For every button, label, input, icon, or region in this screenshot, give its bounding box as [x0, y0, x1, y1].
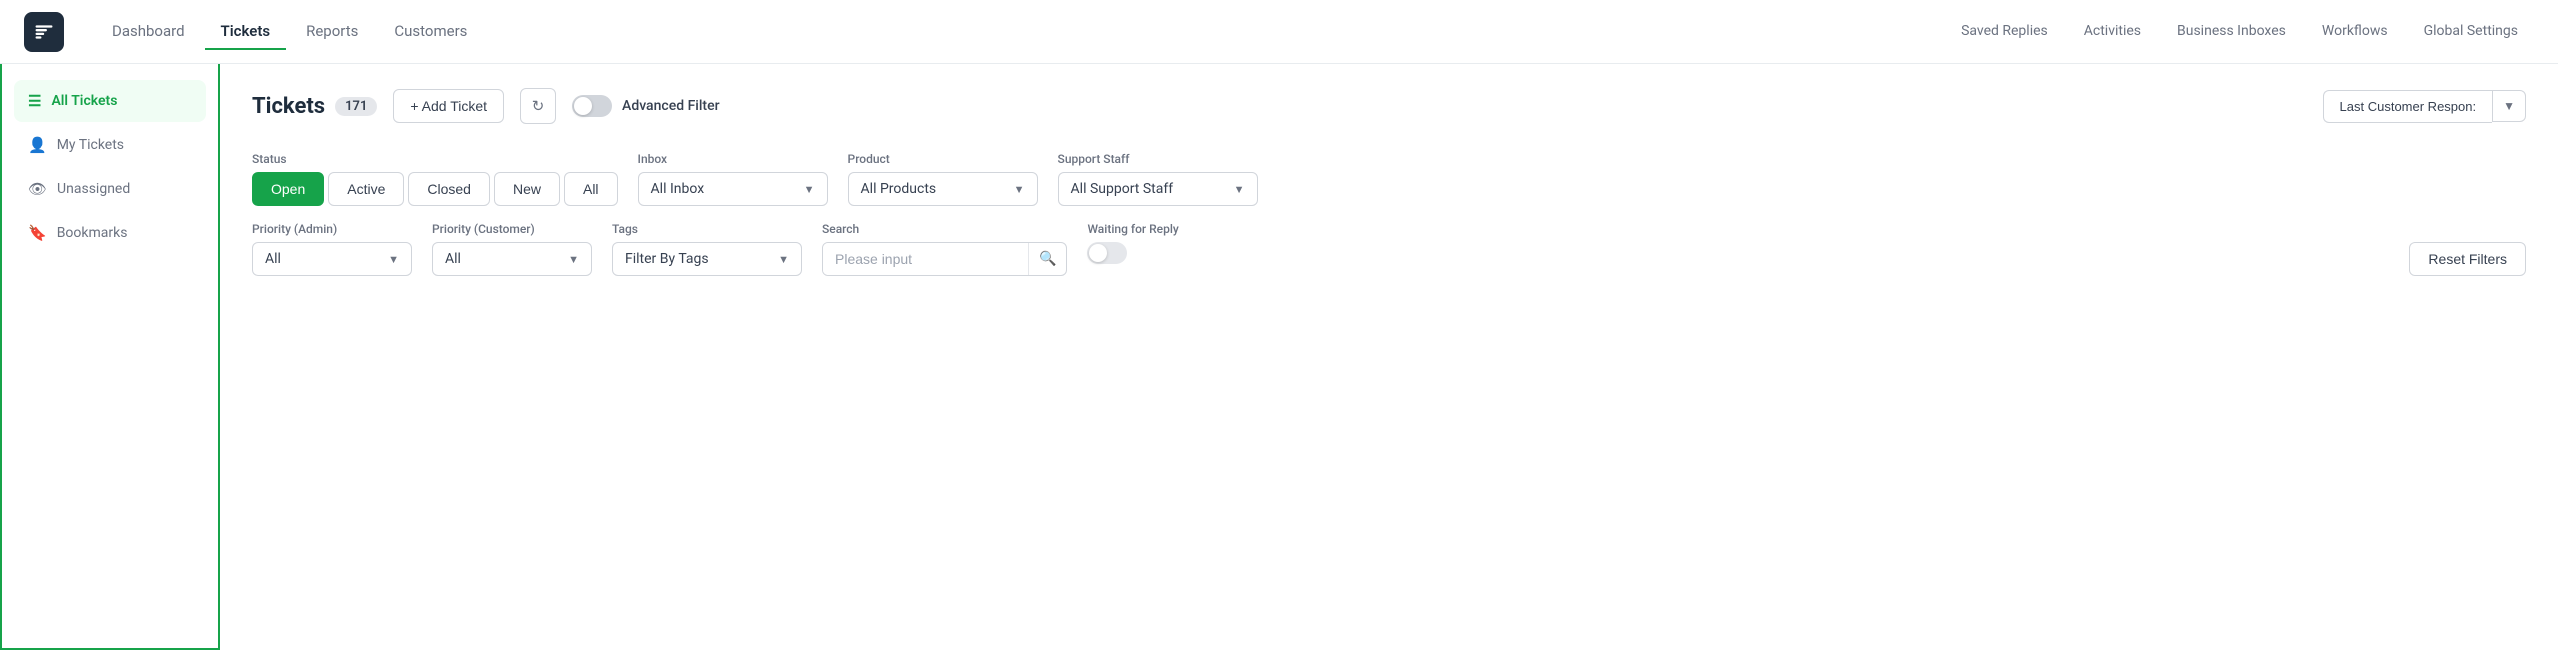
- inbox-label: Inbox: [638, 152, 828, 166]
- waiting-reply-label: Waiting for Reply: [1087, 222, 1178, 236]
- logo[interactable]: [24, 12, 64, 52]
- filter-row-2: Priority (Admin) All ▼ Priority (Custome…: [252, 222, 2526, 276]
- priority-admin-label: Priority (Admin): [252, 222, 412, 236]
- search-label: Search: [822, 222, 1067, 236]
- status-btn-all[interactable]: All: [564, 172, 618, 206]
- chevron-down-icon: ▼: [804, 183, 815, 196]
- status-btn-active[interactable]: Active: [328, 172, 404, 206]
- top-navigation: Dashboard Tickets Reports Customers Save…: [0, 0, 2558, 64]
- add-ticket-button[interactable]: + Add Ticket: [393, 89, 504, 123]
- product-label: Product: [848, 152, 1038, 166]
- content-header: Tickets 171 + Add Ticket ↻ Advanced Filt…: [252, 88, 2526, 124]
- user-icon: 👤: [28, 136, 47, 154]
- nav-item-activities[interactable]: Activities: [2068, 15, 2157, 49]
- content-area: Tickets 171 + Add Ticket ↻ Advanced Filt…: [220, 64, 2558, 650]
- waiting-reply-filter-group: Waiting for Reply: [1087, 222, 1178, 264]
- priority-customer-filter-group: Priority (Customer) All ▼: [432, 222, 592, 276]
- priority-admin-value: All: [265, 251, 281, 267]
- product-select[interactable]: All Products ▼: [848, 172, 1038, 206]
- tags-select[interactable]: Filter By Tags ▼: [612, 242, 802, 276]
- nav-item-workflows[interactable]: Workflows: [2306, 15, 2404, 49]
- chevron-down-icon: ▼: [1014, 183, 1025, 196]
- sidebar: ☰ All Tickets 👤 My Tickets 👁 Unassigned …: [0, 64, 220, 650]
- advanced-filter-wrap: Advanced Filter: [572, 95, 720, 117]
- page-title: Tickets 171: [252, 94, 377, 119]
- sidebar-item-label: Unassigned: [57, 181, 130, 197]
- priority-customer-label: Priority (Customer): [432, 222, 592, 236]
- sidebar-item-my-tickets[interactable]: 👤 My Tickets: [14, 124, 206, 166]
- search-filter-group: Search 🔍: [822, 222, 1067, 276]
- status-btn-closed[interactable]: Closed: [408, 172, 490, 206]
- support-staff-select[interactable]: All Support Staff ▼: [1058, 172, 1258, 206]
- list-icon: ☰: [28, 92, 41, 110]
- refresh-icon: ↻: [532, 97, 545, 115]
- waiting-reply-toggle[interactable]: [1087, 242, 1127, 264]
- sort-dropdown: Last Customer Respon: ▼: [2323, 90, 2526, 123]
- filter-row-1: Status Open Active Closed New All Inbox …: [252, 152, 2526, 206]
- inbox-value: All Inbox: [651, 181, 705, 197]
- bookmark-icon: 🔖: [28, 224, 47, 242]
- status-btn-open[interactable]: Open: [252, 172, 324, 206]
- tags-value: Filter By Tags: [625, 251, 709, 267]
- sidebar-item-label: My Tickets: [57, 137, 124, 153]
- sidebar-item-all-tickets[interactable]: ☰ All Tickets: [14, 80, 206, 122]
- priority-admin-filter-group: Priority (Admin) All ▼: [252, 222, 412, 276]
- nav-item-tickets[interactable]: Tickets: [205, 14, 287, 50]
- sidebar-item-label: Bookmarks: [57, 225, 128, 241]
- ticket-count-badge: 171: [335, 97, 377, 116]
- sidebar-item-bookmarks[interactable]: 🔖 Bookmarks: [14, 212, 206, 254]
- chevron-down-icon: ▼: [778, 253, 789, 266]
- tags-label: Tags: [612, 222, 802, 236]
- support-staff-value: All Support Staff: [1071, 181, 1174, 197]
- status-buttons: Open Active Closed New All: [252, 172, 618, 206]
- chevron-down-icon: ▼: [388, 253, 399, 266]
- refresh-button[interactable]: ↻: [520, 88, 556, 124]
- priority-customer-value: All: [445, 251, 461, 267]
- support-staff-filter-group: Support Staff All Support Staff ▼: [1058, 152, 1258, 206]
- priority-admin-select[interactable]: All ▼: [252, 242, 412, 276]
- status-btn-new[interactable]: New: [494, 172, 560, 206]
- tags-filter-group: Tags Filter By Tags ▼: [612, 222, 802, 276]
- nav-item-business-inboxes[interactable]: Business Inboxes: [2161, 15, 2302, 49]
- status-filter-group: Status Open Active Closed New All: [252, 152, 618, 206]
- nav-item-reports[interactable]: Reports: [290, 14, 374, 50]
- nav-left: Dashboard Tickets Reports Customers: [96, 14, 1913, 50]
- advanced-filter-label: Advanced Filter: [622, 98, 720, 114]
- reset-filters-button[interactable]: Reset Filters: [2409, 242, 2526, 276]
- nav-right: Saved Replies Activities Business Inboxe…: [1945, 15, 2534, 49]
- filters-section: Status Open Active Closed New All Inbox …: [252, 152, 2526, 276]
- status-label: Status: [252, 152, 618, 166]
- nav-item-dashboard[interactable]: Dashboard: [96, 14, 201, 50]
- eye-icon: 👁: [28, 180, 47, 198]
- chevron-down-icon: ▼: [568, 253, 579, 266]
- search-icon[interactable]: 🔍: [1028, 243, 1066, 275]
- nav-item-saved-replies[interactable]: Saved Replies: [1945, 15, 2064, 49]
- sort-main-button[interactable]: Last Customer Respon:: [2323, 90, 2493, 123]
- product-value: All Products: [861, 181, 937, 197]
- inbox-filter-group: Inbox All Inbox ▼: [638, 152, 828, 206]
- inbox-select[interactable]: All Inbox ▼: [638, 172, 828, 206]
- product-filter-group: Product All Products ▼: [848, 152, 1038, 206]
- waiting-row: [1087, 242, 1178, 264]
- advanced-filter-toggle[interactable]: [572, 95, 612, 117]
- sidebar-item-unassigned[interactable]: 👁 Unassigned: [14, 168, 206, 210]
- reset-filters-group: Reset Filters: [2409, 222, 2526, 276]
- priority-customer-select[interactable]: All ▼: [432, 242, 592, 276]
- sort-chevron-button[interactable]: ▼: [2492, 90, 2526, 122]
- sidebar-item-label: All Tickets: [51, 93, 117, 109]
- search-input[interactable]: [823, 243, 1028, 275]
- main-layout: ☰ All Tickets 👤 My Tickets 👁 Unassigned …: [0, 64, 2558, 650]
- search-wrap: 🔍: [822, 242, 1067, 276]
- nav-item-customers[interactable]: Customers: [378, 14, 483, 50]
- nav-item-global-settings[interactable]: Global Settings: [2408, 15, 2534, 49]
- support-staff-label: Support Staff: [1058, 152, 1258, 166]
- chevron-down-icon: ▼: [2503, 99, 2515, 113]
- chevron-down-icon: ▼: [1234, 183, 1245, 196]
